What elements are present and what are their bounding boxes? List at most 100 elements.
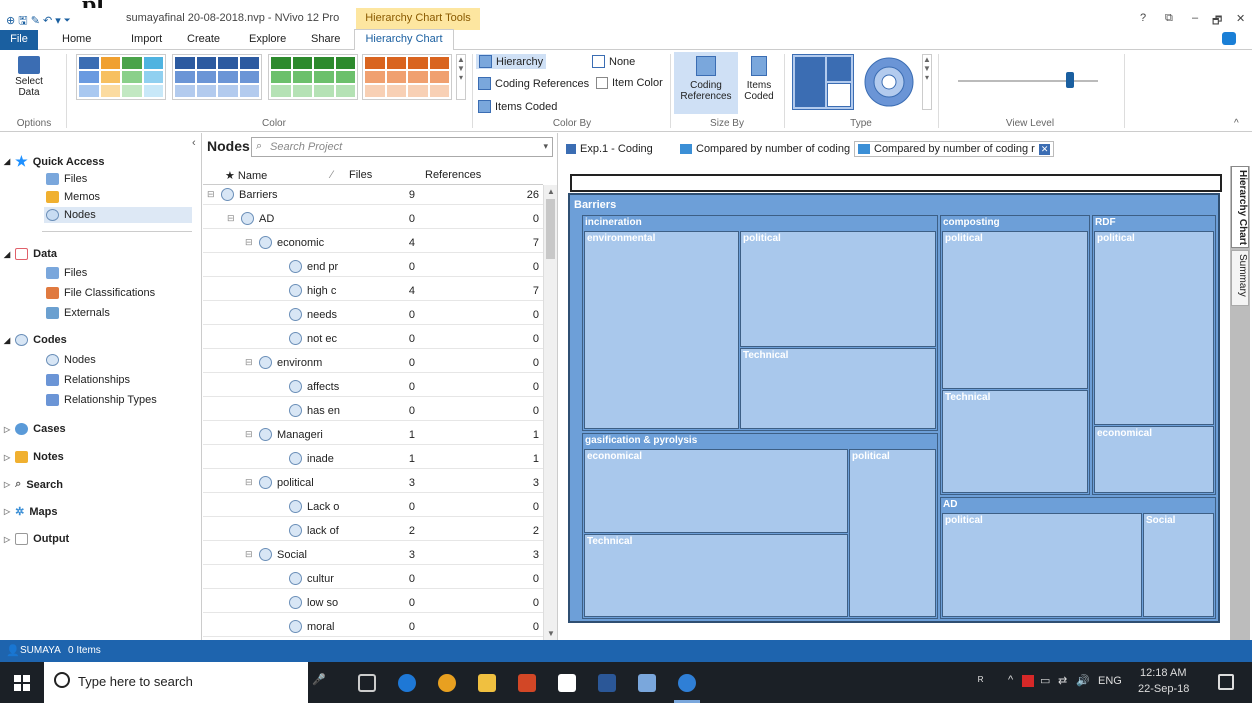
treemap-ad-political[interactable]: political: [942, 513, 1142, 617]
select-data-button[interactable]: Select Data: [6, 54, 52, 114]
tab-create[interactable]: Create: [187, 33, 220, 45]
nvivo-icon[interactable]: [678, 674, 696, 692]
nav-quick-access[interactable]: ◢ ★ Quick Access: [4, 153, 104, 170]
network-icon[interactable]: ⇄: [1058, 674, 1067, 687]
nav-cases[interactable]: ▷ Cases: [4, 423, 66, 435]
collapse-ribbon-icon[interactable]: ^: [1234, 118, 1239, 129]
side-tab-hierarchy-chart[interactable]: Hierarchy Chart: [1231, 166, 1249, 248]
expand-toggle-icon[interactable]: ⊟: [245, 429, 253, 440]
people-icon[interactable]: ᴿ: [978, 674, 983, 688]
table-row[interactable]: ⊟ Barriers 9 26: [203, 185, 543, 205]
volume-icon[interactable]: 🔊: [1076, 674, 1090, 687]
nav-maps[interactable]: ▷ ✲ Maps: [4, 505, 58, 519]
sunburst-type-button[interactable]: [860, 56, 918, 108]
scroll-up-icon[interactable]: ▲: [547, 187, 555, 196]
chrome-icon[interactable]: [438, 674, 456, 692]
comment-icon[interactable]: [1222, 32, 1236, 45]
battery-icon[interactable]: ▭: [1040, 674, 1050, 687]
tray-chevron-icon[interactable]: ^: [1008, 674, 1013, 686]
windows-start-icon[interactable]: [14, 675, 30, 691]
treemap-type-button[interactable]: [792, 54, 854, 110]
treemap-incineration-environmental[interactable]: environmental: [584, 231, 739, 429]
color-by-none[interactable]: None: [592, 55, 635, 68]
nav-notes[interactable]: ▷ Notes: [4, 451, 64, 463]
close-button[interactable]: ✕: [1236, 12, 1245, 25]
expand-toggle-icon[interactable]: ⊟: [245, 357, 253, 368]
treemap-rdf-economical[interactable]: economical: [1094, 426, 1214, 493]
nav-data-files[interactable]: Files: [46, 267, 87, 279]
table-row[interactable]: high c 4 7: [203, 281, 543, 301]
treemap-gasification-political[interactable]: political: [849, 449, 936, 617]
chevron-down-icon[interactable]: ▾: [543, 141, 548, 152]
treemap-ad-social[interactable]: Social: [1143, 513, 1214, 617]
view-level-slider[interactable]: [958, 72, 1098, 88]
chart-title-field[interactable]: [570, 174, 1222, 192]
table-row[interactable]: ⊟ environm 0 0: [203, 353, 543, 373]
clock-time[interactable]: 12:18 AM: [1140, 667, 1186, 679]
tab-compared-coding[interactable]: Compared by number of coding: [680, 143, 850, 155]
table-row[interactable]: lack of 2 2: [203, 521, 543, 541]
help-icon[interactable]: ?: [1140, 12, 1146, 24]
antivirus-icon[interactable]: [1022, 675, 1034, 687]
paint-icon[interactable]: [638, 674, 656, 692]
tab-import[interactable]: Import: [131, 33, 162, 45]
nav-output[interactable]: ▷ Output: [4, 533, 69, 545]
table-row[interactable]: ⊟ Social 3 3: [203, 545, 543, 565]
col-files-header[interactable]: Files: [349, 169, 372, 181]
treemap-composting-political[interactable]: political: [942, 231, 1088, 389]
table-row[interactable]: ⊟ Manageri 1 1: [203, 425, 543, 445]
table-row[interactable]: not ec 0 0: [203, 329, 543, 349]
table-row[interactable]: ⊟ AD 0 0: [203, 209, 543, 229]
expand-toggle-icon[interactable]: ⊟: [227, 213, 235, 224]
color-by-hierarchy[interactable]: Hierarchy: [476, 54, 547, 69]
color-by-items-coded[interactable]: Items Coded: [478, 100, 557, 113]
file-tab[interactable]: File: [0, 30, 38, 50]
table-row[interactable]: inade 1 1: [203, 449, 543, 469]
tab-compared-coding-r[interactable]: Compared by number of coding r ✕: [854, 141, 1055, 157]
nav-relationship-types[interactable]: Relationship Types: [46, 394, 157, 406]
table-row[interactable]: needs 0 0: [203, 305, 543, 325]
table-row[interactable]: moral 0 0: [203, 617, 543, 637]
color-scheme-orange[interactable]: [362, 54, 452, 100]
table-row[interactable]: ⊟ political 3 3: [203, 473, 543, 493]
col-name-header[interactable]: ★ Name: [225, 169, 267, 182]
collapse-pane-icon[interactable]: ‹: [192, 137, 196, 149]
tab-exp1-coding[interactable]: Exp.1 - Coding: [566, 143, 653, 155]
close-tab-icon[interactable]: ✕: [1038, 143, 1051, 155]
treemap-gasification-technical[interactable]: Technical: [584, 534, 848, 617]
size-by-coding-references[interactable]: Coding References: [674, 52, 738, 114]
side-tab-summary[interactable]: Summary: [1231, 250, 1249, 306]
nav-data[interactable]: ◢ Data: [4, 248, 57, 260]
tab-home[interactable]: Home: [62, 33, 91, 45]
table-row[interactable]: affects 0 0: [203, 377, 543, 397]
size-by-items-coded[interactable]: Items Coded: [742, 52, 776, 114]
powerpoint-icon[interactable]: [518, 674, 536, 692]
treemap-gasification-economical[interactable]: economical: [584, 449, 848, 533]
type-gallery-scroll[interactable]: ▲ ▼ ▾: [922, 54, 932, 110]
microphone-icon[interactable]: 🎤: [312, 673, 326, 686]
treemap-incineration-technical[interactable]: Technical: [740, 348, 936, 429]
expand-toggle-icon[interactable]: ⊟: [207, 189, 215, 200]
nav-file-classifications[interactable]: File Classifications: [46, 287, 155, 299]
treemap-rdf-political[interactable]: political: [1094, 231, 1214, 425]
scroll-thumb[interactable]: [546, 199, 555, 259]
tab-hierarchy-chart[interactable]: Hierarchy Chart: [354, 29, 454, 50]
treemap-incineration-political[interactable]: political: [740, 231, 936, 347]
nav-codes[interactable]: ◢ Codes: [4, 334, 67, 346]
expand-toggle-icon[interactable]: ⊟: [245, 477, 253, 488]
color-by-coding-references[interactable]: Coding References: [478, 77, 589, 90]
nav-qa-memos[interactable]: Memos: [46, 191, 100, 203]
nav-codes-nodes[interactable]: Nodes: [46, 354, 96, 366]
nav-externals[interactable]: Externals: [46, 307, 110, 319]
table-row[interactable]: has en 0 0: [203, 401, 543, 421]
color-scheme-blue-green[interactable]: [76, 54, 166, 100]
nav-qa-files[interactable]: Files: [46, 173, 87, 185]
table-row[interactable]: Lack o 0 0: [203, 497, 543, 517]
language-indicator[interactable]: ENG: [1098, 675, 1122, 687]
mail-icon[interactable]: [558, 674, 576, 692]
item-color-checkbox[interactable]: Item Color: [596, 77, 663, 89]
task-view-icon[interactable]: [358, 674, 376, 692]
col-references-header[interactable]: References: [425, 169, 481, 181]
table-row[interactable]: end pr 0 0: [203, 257, 543, 277]
taskbar-search-box[interactable]: Type here to search 🎤: [44, 662, 326, 703]
